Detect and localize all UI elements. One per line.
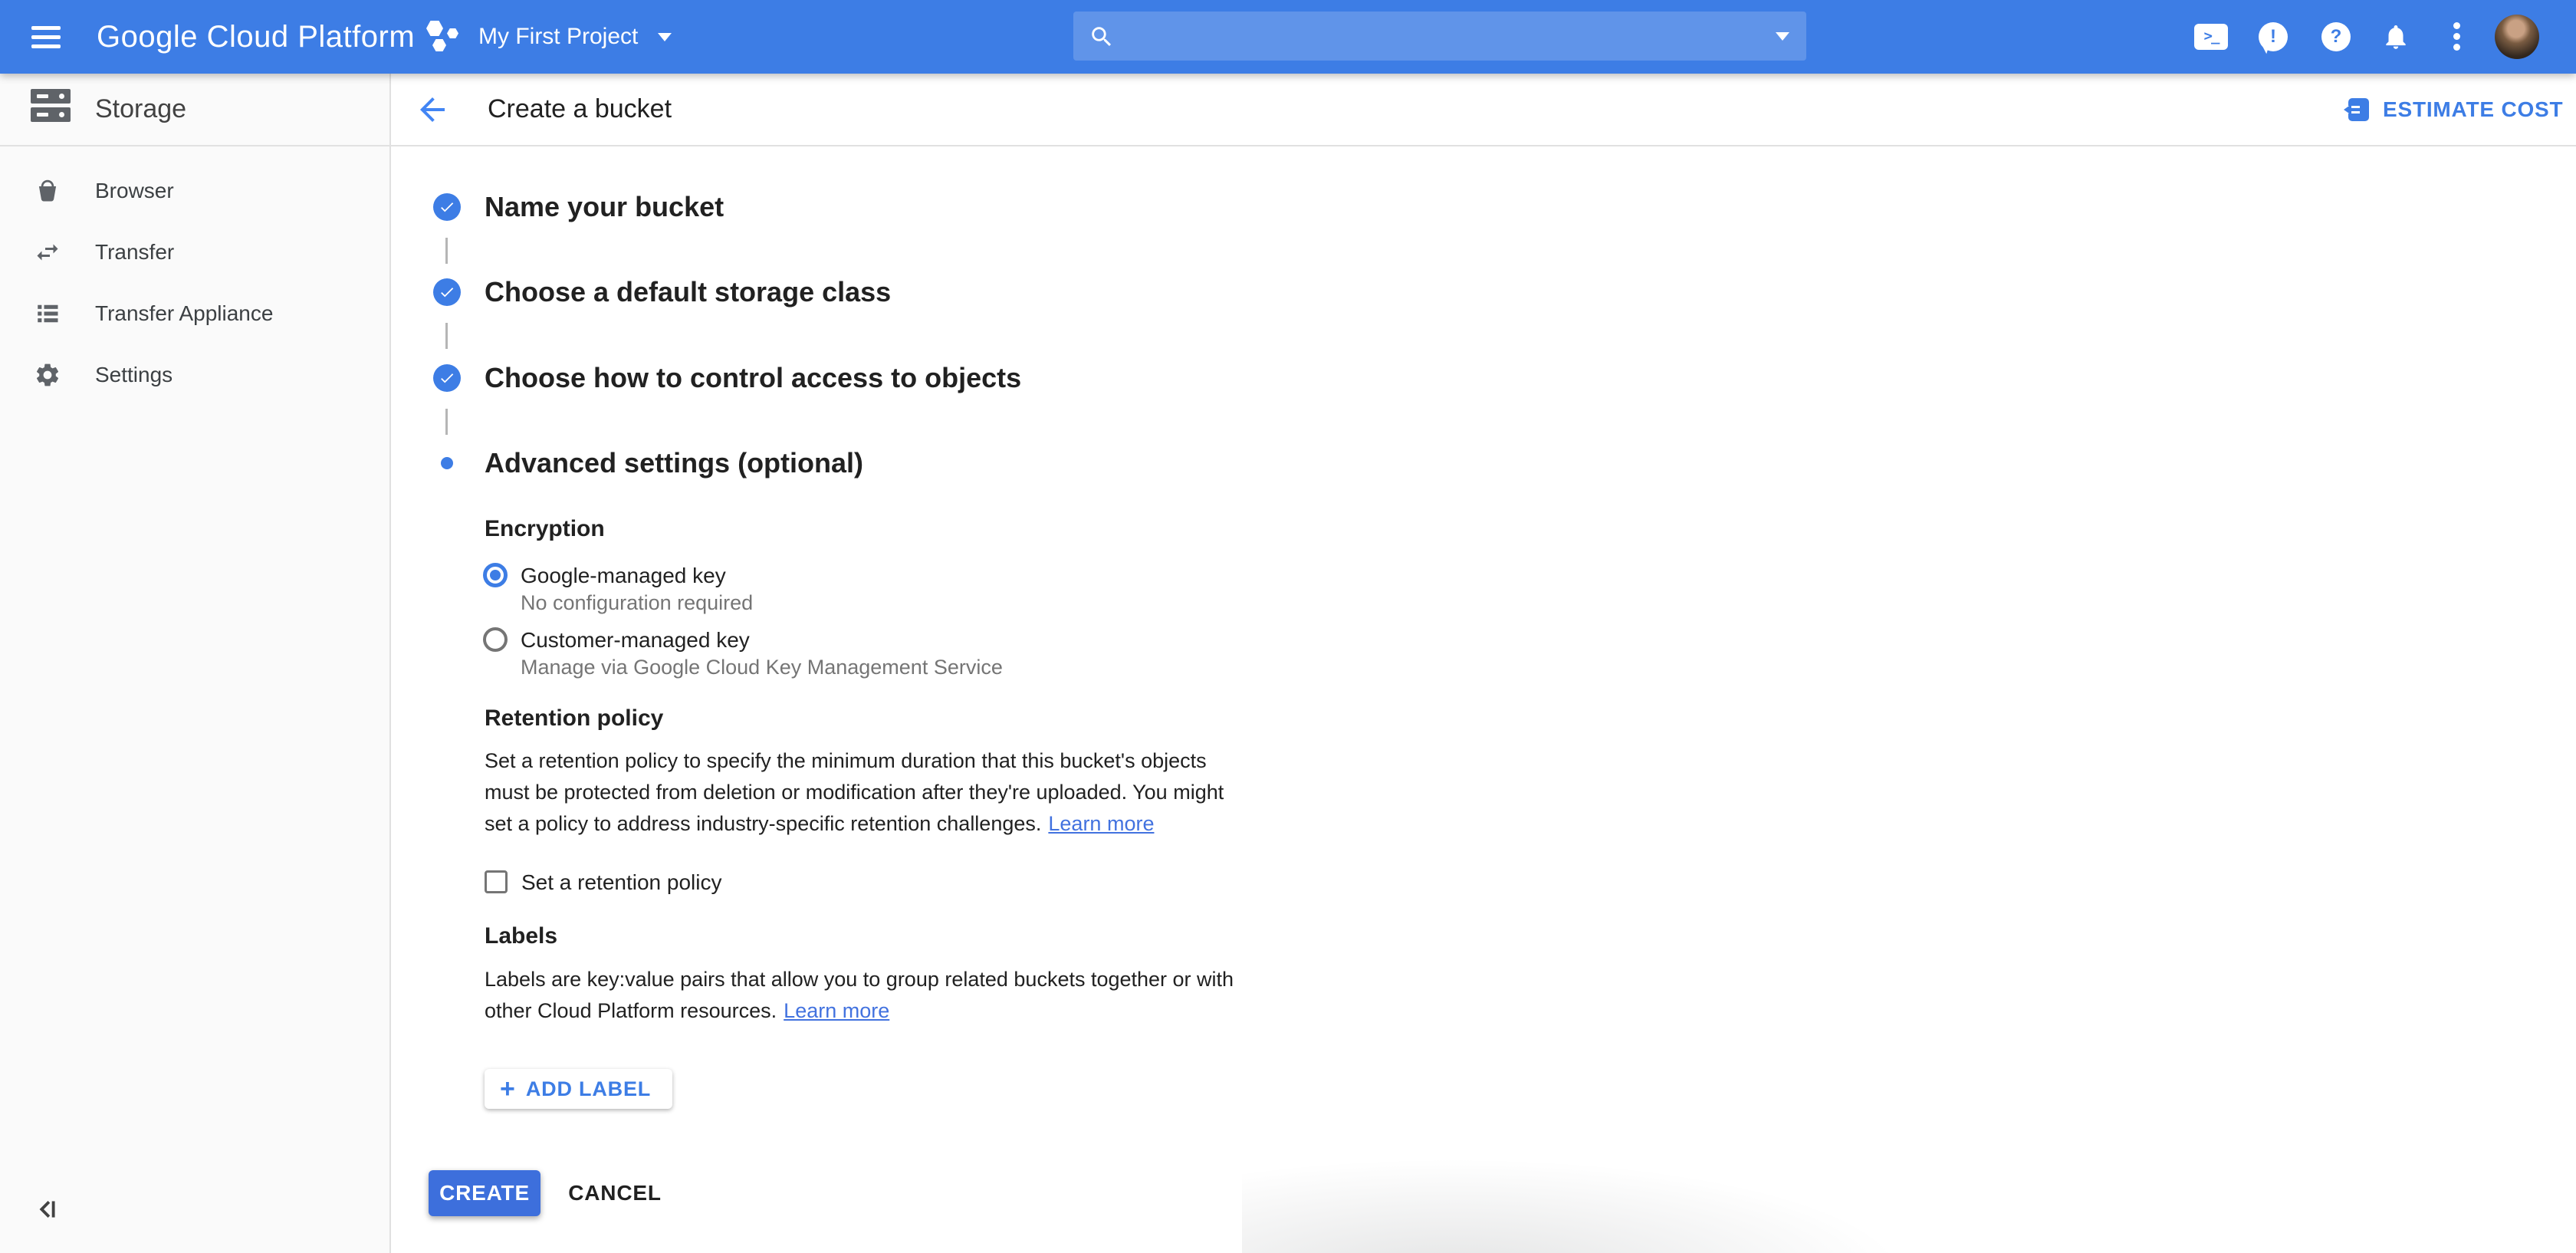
- labels-line-2: other Cloud Platform resources.: [485, 999, 777, 1022]
- labels-description: Labels are key:value pairs that allow yo…: [485, 964, 1234, 1027]
- radio-description: No configuration required: [521, 590, 753, 615]
- sidebar-product-title: Storage: [95, 74, 186, 145]
- radio-label: Google-managed key: [521, 563, 726, 589]
- sidebar-item-browser[interactable]: Browser: [0, 160, 388, 222]
- swap-arrows-icon: [34, 238, 61, 266]
- avatar[interactable]: [2495, 15, 2539, 59]
- sidebar-item-transfer[interactable]: Transfer: [0, 222, 388, 283]
- estimate-cost-button[interactable]: ESTIMATE COST: [2343, 74, 2563, 145]
- radio-customer-managed-key[interactable]: Customer-managed key Manage via Google C…: [483, 627, 1250, 682]
- labels-title: Labels: [485, 922, 557, 950]
- terminal-icon: >_: [2204, 28, 2219, 44]
- search-input[interactable]: [1073, 12, 1806, 61]
- radio-label: Customer-managed key: [521, 627, 750, 653]
- retention-learn-more-link[interactable]: Learn more: [1048, 812, 1154, 835]
- sidebar-item-label: Transfer: [95, 222, 174, 283]
- collapse-sidebar-button[interactable]: [29, 1192, 64, 1227]
- add-label-button[interactable]: + ADD LABEL: [485, 1069, 672, 1109]
- project-name: My First Project: [478, 24, 638, 50]
- content-bottom-shadow: [1242, 1127, 1901, 1253]
- estimate-cost-icon: [2343, 96, 2371, 123]
- search-dropdown-icon[interactable]: [1776, 32, 1789, 41]
- retention-line-3: set a policy to address industry-specifi…: [485, 812, 1041, 835]
- project-switcher[interactable]: My First Project: [426, 14, 672, 60]
- sidebar-item-label: Transfer Appliance: [95, 283, 273, 344]
- checkbox-label: Set a retention policy: [521, 870, 722, 896]
- question-icon: ?: [2331, 26, 2342, 47]
- back-button[interactable]: [414, 91, 451, 128]
- radio-selected-icon[interactable]: [483, 563, 508, 587]
- top-app-bar: Google Cloud Platform My First Project >…: [0, 0, 2576, 74]
- step-connector: [445, 238, 448, 264]
- sidebar-item-settings[interactable]: Settings: [0, 344, 388, 406]
- step-3-check-icon: [433, 364, 461, 392]
- cancel-button[interactable]: CANCEL: [561, 1170, 669, 1216]
- labels-learn-more-link[interactable]: Learn more: [784, 999, 889, 1022]
- page-title: Create a bucket: [488, 74, 672, 145]
- step-4-dot-icon: [441, 457, 453, 469]
- project-icon: [426, 19, 463, 54]
- feedback-button[interactable]: !: [2259, 22, 2288, 51]
- step-access-control[interactable]: Choose how to control access to objects: [485, 361, 1021, 395]
- sidebar-item-label: Browser: [95, 160, 174, 222]
- help-button[interactable]: ?: [2321, 22, 2351, 51]
- gcp-console: Google Cloud Platform My First Project >…: [0, 0, 2576, 1253]
- header-divider: [0, 145, 2576, 146]
- search-icon: [1089, 24, 1115, 50]
- create-button[interactable]: CREATE: [429, 1170, 540, 1216]
- gear-icon: [34, 361, 61, 389]
- storage-product-icon: [31, 89, 71, 123]
- cloud-shell-button[interactable]: >_: [2194, 24, 2228, 50]
- more-options-button[interactable]: [2452, 21, 2461, 54]
- product-logo: Google Cloud Platform: [97, 18, 415, 55]
- arrow-left-icon: [414, 91, 451, 128]
- step-1-check-icon: [433, 193, 461, 221]
- encryption-title: Encryption: [485, 515, 605, 543]
- retention-description: Set a retention policy to specify the mi…: [485, 745, 1224, 840]
- estimate-cost-label: ESTIMATE COST: [2383, 97, 2563, 122]
- appliance-list-icon: [34, 300, 61, 327]
- caret-down-icon: [658, 33, 672, 41]
- bucket-icon: [34, 177, 61, 205]
- step-2-check-icon: [433, 278, 461, 306]
- sidebar-item-label: Settings: [95, 344, 172, 406]
- step-connector: [445, 323, 448, 349]
- checkbox-icon[interactable]: [485, 870, 508, 893]
- notifications-button[interactable]: [2381, 22, 2410, 51]
- sidebar-item-transfer-appliance[interactable]: Transfer Appliance: [0, 283, 388, 344]
- radio-description: Manage via Google Cloud Key Management S…: [521, 655, 1003, 679]
- menu-button[interactable]: [23, 17, 69, 57]
- add-label-text: ADD LABEL: [526, 1077, 651, 1101]
- retention-line-1: Set a retention policy to specify the mi…: [485, 745, 1224, 777]
- step-connector: [445, 409, 448, 435]
- bell-icon: [2381, 22, 2410, 51]
- chevron-left-bar-icon: [29, 1192, 64, 1227]
- step-name-your-bucket[interactable]: Name your bucket: [485, 190, 724, 224]
- labels-line-1: Labels are key:value pairs that allow yo…: [485, 964, 1234, 995]
- radio-unselected-icon[interactable]: [483, 627, 508, 652]
- plus-icon: +: [500, 1070, 515, 1108]
- retention-line-2: must be protected from deletion or modif…: [485, 777, 1224, 808]
- radio-google-managed-key[interactable]: Google-managed key No configuration requ…: [483, 563, 1250, 618]
- step-advanced-settings[interactable]: Advanced settings (optional): [485, 446, 863, 480]
- hamburger-icon: [23, 17, 69, 57]
- step-storage-class[interactable]: Choose a default storage class: [485, 275, 891, 309]
- retention-title: Retention policy: [485, 705, 663, 732]
